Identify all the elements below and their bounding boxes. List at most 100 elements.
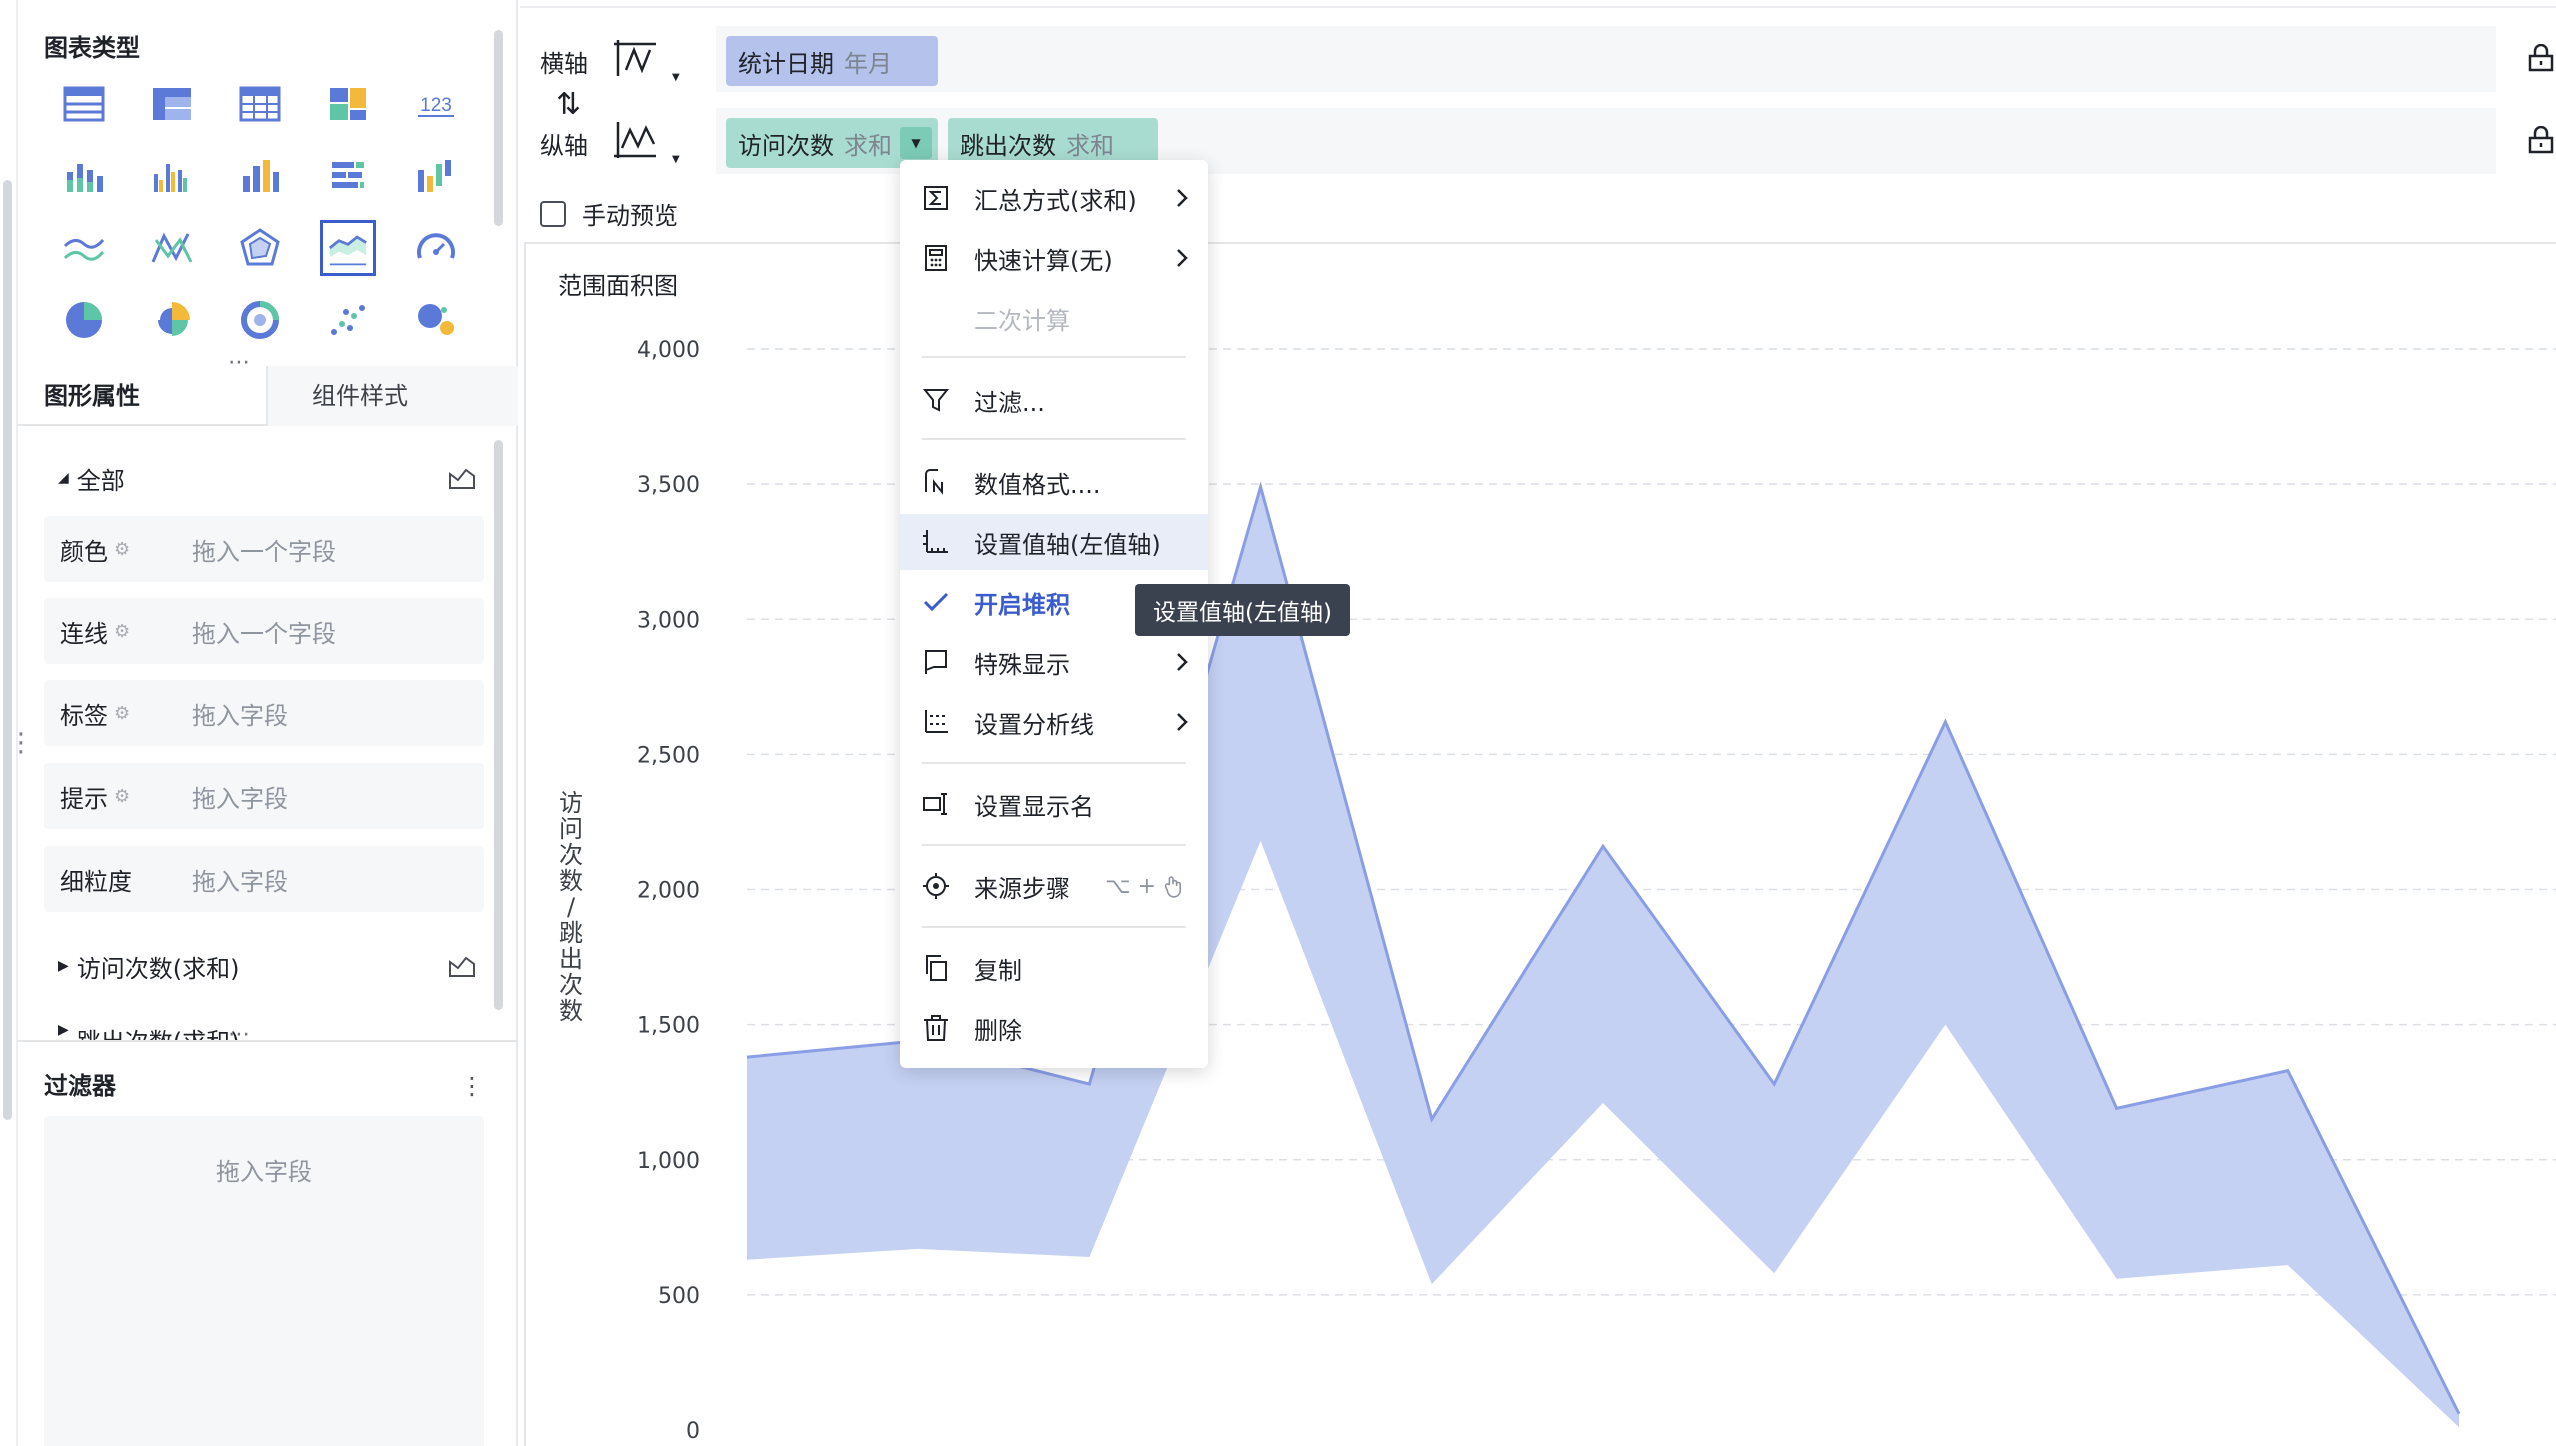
manual-preview-toggle[interactable]: 手动预览: [540, 196, 678, 231]
mouse-click-icon: [1164, 876, 1182, 898]
menu-item-quick-calc[interactable]: 快速计算(无): [900, 230, 1208, 286]
field-label: 颜色: [60, 537, 108, 566]
visits-point[interactable]: [1426, 1113, 1438, 1125]
field-placeholder: 拖入一个字段: [192, 537, 336, 566]
bounces-point[interactable]: [2453, 1421, 2465, 1433]
visits-point[interactable]: [741, 1051, 753, 1063]
check-icon: [923, 592, 949, 612]
bounces-point[interactable]: [1768, 1267, 1780, 1279]
column-icon[interactable]: [216, 140, 304, 212]
area-mark-icon[interactable]: [446, 950, 478, 982]
visits-point[interactable]: [1255, 481, 1267, 493]
bounces-point[interactable]: [1083, 1251, 1095, 1263]
multi-line-icon[interactable]: [128, 212, 216, 284]
rename-icon: [923, 793, 947, 815]
visits-point[interactable]: [1597, 840, 1609, 852]
bounces-point[interactable]: [1597, 1097, 1609, 1109]
gauge-icon[interactable]: [392, 212, 480, 284]
visits-point[interactable]: [2111, 1102, 2123, 1114]
lock-icon[interactable]: [2526, 126, 2556, 156]
gear-icon[interactable]: ⚙: [114, 703, 130, 724]
menu-item-aggregation[interactable]: 汇总方式(求和): [900, 170, 1208, 226]
area-mark-icon[interactable]: [446, 462, 478, 494]
group-all[interactable]: ◢ 全部: [58, 458, 478, 498]
menu-item-source-step[interactable]: 来源步骤 ⌥ +: [900, 858, 1208, 914]
collapse-edge[interactable]: ⋮: [0, 0, 34, 1446]
menu-item-delete[interactable]: 删除: [900, 1000, 1208, 1056]
field-tooltip[interactable]: 提示 ⚙ 拖入字段: [44, 763, 484, 829]
y-axis-shelf: 纵轴 ▼ 访问次数 求和 ▼ 跳出次数 求和: [526, 108, 2556, 174]
field-line[interactable]: 连线 ⚙ 拖入一个字段: [44, 598, 484, 664]
tab-shape-props[interactable]: 图形属性: [44, 366, 140, 426]
radar-icon[interactable]: [216, 212, 304, 284]
y-tick-label: 1,000: [637, 1149, 700, 1174]
bubble-icon[interactable]: [392, 284, 480, 356]
props-tabs: 图形属性 组件样式: [18, 366, 518, 426]
group-bounces-label: 跳出次数(求和): [77, 1022, 240, 1040]
field-color[interactable]: 颜色 ⚙ 拖入一个字段: [44, 516, 484, 582]
pill-dropdown-icon[interactable]: ▼: [900, 127, 932, 159]
gear-icon[interactable]: ⚙: [114, 539, 130, 560]
grouped-column-icon[interactable]: [128, 140, 216, 212]
scatter-icon[interactable]: [304, 284, 392, 356]
bounces-point[interactable]: [1939, 1019, 1951, 1031]
bounces-point[interactable]: [912, 1243, 924, 1255]
chart-type-scrollbar[interactable]: [494, 30, 503, 226]
table-summary-icon[interactable]: [216, 68, 304, 140]
props-scrollbar[interactable]: [494, 440, 503, 1010]
bounces-point[interactable]: [1255, 835, 1267, 847]
bounces-point[interactable]: [2282, 1259, 2294, 1271]
menu-item-display-name[interactable]: 设置显示名: [900, 776, 1208, 832]
tab-component-style[interactable]: 组件样式: [266, 366, 518, 426]
pie-icon[interactable]: [40, 284, 128, 356]
menu-item-label: 过滤...: [974, 388, 1045, 417]
chevron-down-icon[interactable]: ▼: [672, 72, 680, 83]
visits-point[interactable]: [2282, 1065, 2294, 1077]
line-icon[interactable]: [40, 212, 128, 284]
field-label-mark[interactable]: 标签 ⚙ 拖入字段: [44, 680, 484, 746]
x-axis-dropzone[interactable]: 统计日期 年月: [716, 26, 2496, 92]
sigma-icon: [924, 186, 948, 210]
x-axis-setting-icon[interactable]: [612, 36, 662, 82]
filter-dropzone[interactable]: 拖入字段: [44, 1116, 484, 1446]
menu-item-filter[interactable]: 过滤...: [900, 372, 1208, 428]
menu-item-value-axis[interactable]: 设置值轴(左值轴): [900, 514, 1208, 570]
ring-icon[interactable]: [216, 284, 304, 356]
bar-icon[interactable]: [304, 140, 392, 212]
bounces-point[interactable]: [2111, 1273, 2123, 1285]
left-panel: ⋮ 图表类型 123 ⋯ 图形属性 组件样式 ◢ 全部 颜色 ⚙ 拖入一个字段 …: [0, 0, 518, 1446]
lock-icon[interactable]: [2526, 44, 2556, 74]
menu-item-analysis-line[interactable]: 设置分析线: [900, 694, 1208, 750]
dashboard-tile-icon[interactable]: [304, 68, 392, 140]
visits-point[interactable]: [1939, 716, 1951, 728]
manual-preview-checkbox[interactable]: [540, 200, 566, 227]
bounces-point[interactable]: [741, 1254, 753, 1266]
field-granularity[interactable]: 细粒度 拖入字段: [44, 846, 484, 912]
menu-item-copy[interactable]: 复制: [900, 940, 1208, 996]
table-detail-icon[interactable]: [40, 68, 128, 140]
gear-icon[interactable]: ⚙: [114, 786, 130, 807]
pill-date[interactable]: 统计日期 年月: [726, 36, 938, 86]
bounces-point[interactable]: [1426, 1278, 1438, 1290]
visits-point[interactable]: [1083, 1078, 1095, 1090]
menu-item-number-format[interactable]: 数值格式....: [900, 454, 1208, 510]
group-bounces[interactable]: ▶ 跳出次数(求和): [58, 1022, 478, 1040]
x-axis-shelf: 横轴 ▼ 统计日期 年月: [526, 26, 2556, 92]
rose-pie-icon[interactable]: [128, 284, 216, 356]
resize-grip-icon[interactable]: ⋮: [8, 730, 34, 756]
visits-point[interactable]: [2453, 1408, 2465, 1420]
kpi-number-icon[interactable]: 123: [392, 68, 480, 140]
y-axis-setting-icon[interactable]: [612, 118, 662, 164]
stacked-column-icon[interactable]: [40, 140, 128, 212]
left-edge-scrollbar[interactable]: [3, 180, 12, 1120]
group-visits[interactable]: ▶ 访问次数(求和): [58, 946, 478, 986]
menu-item-special-display[interactable]: 特殊显示: [900, 634, 1208, 690]
gear-icon[interactable]: ⚙: [114, 621, 130, 642]
table-cross-icon[interactable]: [128, 68, 216, 140]
waterfall-icon[interactable]: [392, 140, 480, 212]
chevron-down-icon[interactable]: ▼: [672, 154, 680, 165]
more-icon[interactable]: ⋮: [460, 1072, 484, 1100]
range-area-icon[interactable]: [304, 212, 392, 284]
visits-point[interactable]: [1768, 1078, 1780, 1090]
copy-icon: [926, 955, 947, 981]
